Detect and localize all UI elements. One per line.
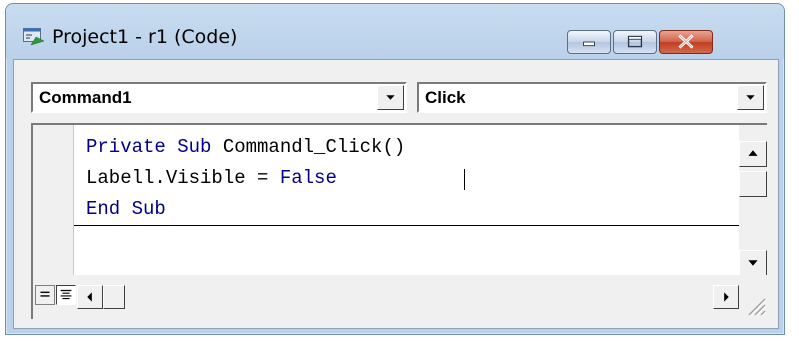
vertical-scroll-thumb[interactable] [739,171,767,197]
code-editor: Private Sub Commandl_Click() Labell.Visi… [31,123,767,319]
object-combo-value: Command1 [39,88,132,107]
editor-bottom-bar [33,275,767,319]
margin-indicator-bar[interactable] [33,125,74,275]
full-module-view-button[interactable] [56,285,76,305]
procedure-separator [74,225,739,226]
code-text: Labell.Visible = [86,167,280,189]
scroll-left-button[interactable] [77,285,103,309]
procedure-combo-dropdown-button[interactable] [737,85,764,110]
code-window: Project1 - r1 (Code) Command1 Click Priv… [5,3,785,335]
code-text-area[interactable]: Private Sub Commandl_Click() Labell.Visi… [74,125,739,275]
window-title: Project1 - r1 (Code) [52,26,238,48]
scroll-down-button[interactable] [739,250,767,276]
horizontal-scroll-thumb[interactable] [103,285,125,309]
close-icon [678,34,694,49]
object-combo-dropdown-button[interactable] [377,85,404,110]
vertical-scrollbar[interactable] [739,125,767,276]
scroll-right-button[interactable] [713,285,739,309]
arrow-left-icon [87,292,92,302]
procedure-view-icon [40,291,50,297]
full-module-view-icon [60,289,72,300]
title-bar[interactable]: Project1 - r1 (Code) [6,4,784,59]
dropdown-arrow-icon [386,95,395,100]
arrow-down-icon [748,260,758,266]
minimize-button[interactable] [567,30,611,54]
code-line[interactable]: End Sub [86,198,166,220]
maximize-button[interactable] [613,30,657,54]
object-combo[interactable]: Command1 [31,82,407,113]
procedure-combo[interactable]: Click [417,82,767,113]
dropdown-arrow-icon [746,95,755,100]
code-keyword: Private Sub [86,136,223,158]
code-text: Commandl_Click() [222,136,406,158]
text-caret [464,169,465,190]
procedure-view-button[interactable] [35,285,55,305]
code-keyword: End Sub [86,198,166,220]
code-window-client: Command1 Click Private Sub Commandl_Clic… [13,59,779,329]
arrow-right-icon [724,292,729,302]
vb-code-window-icon [23,28,45,46]
code-keyword: False [279,167,337,189]
maximize-icon [627,35,643,48]
arrow-up-icon [748,150,758,156]
resize-grip-icon[interactable] [739,289,767,317]
code-line[interactable]: Private Sub Commandl_Click() [86,136,405,158]
minimize-icon [583,41,595,47]
procedure-combo-value: Click [425,88,466,107]
horizontal-scrollbar[interactable] [77,285,739,309]
code-line[interactable]: Labell.Visible = False [86,167,337,189]
scroll-up-button[interactable] [739,141,767,167]
close-button[interactable] [659,30,713,54]
